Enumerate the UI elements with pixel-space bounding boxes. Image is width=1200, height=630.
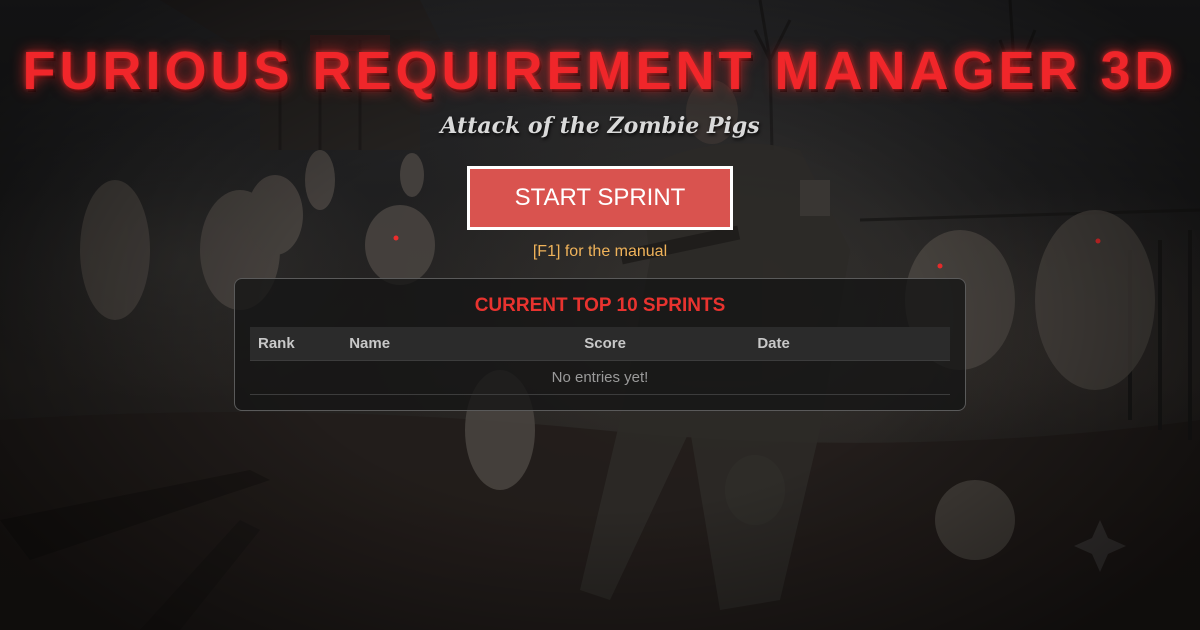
column-header-rank: Rank bbox=[250, 327, 350, 361]
leaderboard-table: Rank Name Score Date No entries yet! bbox=[250, 327, 950, 395]
column-header-name: Name bbox=[349, 327, 585, 361]
start-sprint-button[interactable]: START SPRINT bbox=[467, 166, 733, 230]
leaderboard-header-row: Rank Name Score Date bbox=[250, 327, 950, 361]
manual-hint: [F1] for the manual bbox=[532, 243, 668, 260]
game-title-screen: FURIOUS REQUIREMENT MANAGER 3D Attack of… bbox=[0, 0, 1200, 630]
empty-message: No entries yet! bbox=[250, 360, 950, 395]
leaderboard-title: CURRENT TOP 10 SPRINTS bbox=[474, 295, 726, 316]
column-header-date: Date bbox=[757, 327, 950, 361]
game-subtitle: Attack of the Zombie Pigs bbox=[440, 113, 760, 139]
leaderboard-panel: CURRENT TOP 10 SPRINTS Rank Name Score D… bbox=[234, 278, 966, 411]
column-header-score: Score bbox=[584, 327, 758, 361]
game-title: FURIOUS REQUIREMENT MANAGER 3D bbox=[22, 41, 1178, 101]
table-row: No entries yet! bbox=[250, 360, 950, 395]
